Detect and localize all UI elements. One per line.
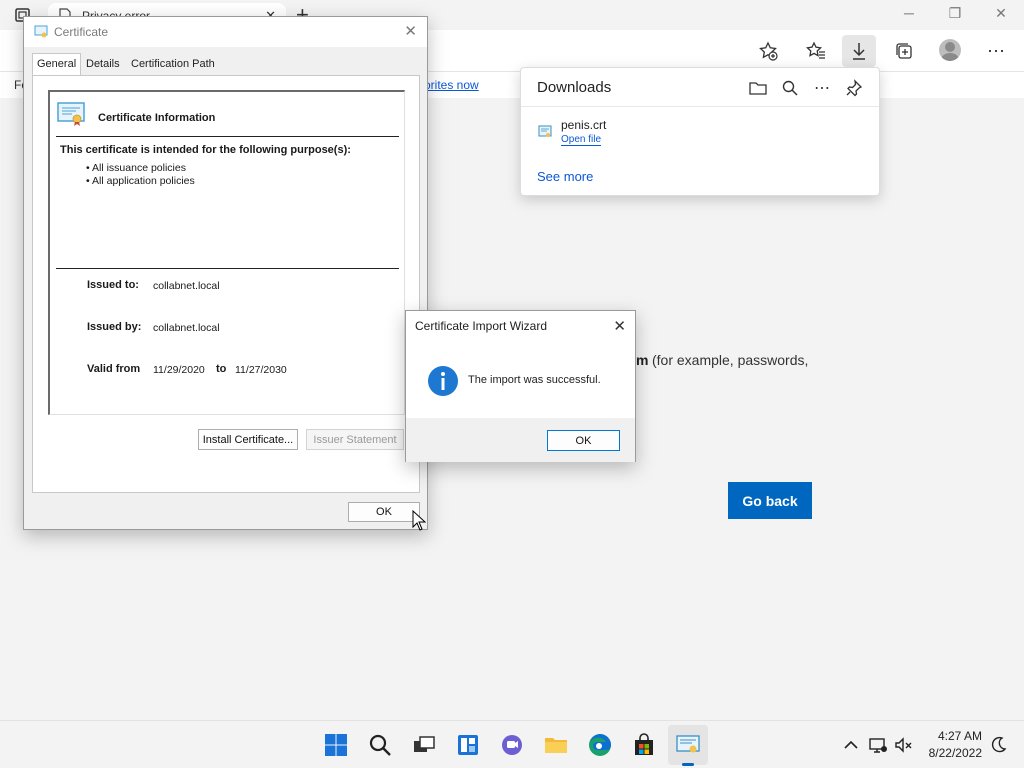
minimize-button[interactable]: ─	[894, 5, 924, 21]
page-body-bold-text: m	[636, 352, 649, 368]
tab-details[interactable]: Details	[82, 56, 124, 76]
install-certificate-button[interactable]: Install Certificate...	[198, 429, 298, 450]
certificate-dialog: Certificate ✕ General Details Certificat…	[23, 16, 428, 530]
search-icon[interactable]	[368, 733, 392, 757]
certificate-badge-icon	[57, 101, 85, 127]
tab-certification-path[interactable]: Certification Path	[127, 56, 219, 76]
downloads-title: Downloads	[537, 79, 612, 96]
certificate-icon[interactable]	[676, 733, 700, 757]
settings-more-icon[interactable]: ⋯	[983, 39, 1009, 63]
store-icon[interactable]	[632, 733, 656, 757]
file-explorer-icon[interactable]	[544, 733, 568, 757]
pin-icon[interactable]	[844, 78, 864, 98]
info-icon	[427, 365, 459, 397]
network-icon[interactable]	[868, 735, 888, 755]
wizard-title: Certificate Import Wizard	[415, 319, 548, 333]
intended-purposes-heading: This certificate is intended for the fol…	[60, 144, 351, 156]
taskbar: 4:27 AM 8/22/2022	[0, 720, 1024, 768]
focus-assist-icon[interactable]	[988, 735, 1008, 755]
import-wizard-dialog: Certificate Import Wizard ✕ The import w…	[405, 310, 636, 462]
wizard-message: The import was successful.	[468, 374, 601, 386]
close-icon[interactable]: ✕	[404, 22, 417, 40]
favorites-icon[interactable]	[803, 39, 829, 63]
restore-button[interactable]: ❐	[940, 5, 970, 22]
valid-to-label: to	[216, 363, 227, 375]
chat-icon[interactable]	[500, 733, 524, 757]
wizard-footer: OK	[406, 418, 635, 462]
mouse-cursor-icon	[412, 509, 427, 532]
divider	[56, 268, 399, 269]
ok-button[interactable]: OK	[348, 502, 420, 522]
clock-time[interactable]: 4:27 AM	[904, 729, 982, 743]
more-options-icon[interactable]: ⋯	[812, 78, 832, 98]
certificate-info-box: Certificate Information This certificate…	[48, 90, 405, 415]
import-favorites-link[interactable]: orites now	[424, 78, 479, 92]
close-window-button[interactable]: ✕	[986, 5, 1016, 22]
divider	[56, 136, 399, 137]
see-more-link[interactable]: See more	[537, 169, 593, 184]
certificate-icon	[34, 25, 48, 39]
divider	[521, 106, 879, 107]
clock-date[interactable]: 8/22/2022	[904, 746, 982, 760]
ok-button[interactable]: OK	[547, 430, 620, 451]
dialog-titlebar: Certificate ✕	[24, 17, 427, 47]
valid-from-value: 11/29/2020	[153, 364, 205, 376]
downloads-icon[interactable]	[842, 35, 876, 67]
valid-to-value: 11/27/2030	[235, 364, 287, 376]
issued-to-value: collabnet.local	[153, 280, 220, 292]
purpose-item: • All application policies	[86, 175, 195, 187]
search-icon[interactable]	[780, 78, 800, 98]
profile-avatar[interactable]	[939, 39, 961, 61]
issued-by-value: collabnet.local	[153, 322, 220, 334]
collections-icon[interactable]	[891, 39, 917, 63]
active-app-indicator	[682, 763, 694, 766]
open-folder-icon[interactable]	[748, 78, 768, 98]
general-tab-panel: Certificate Information This certificate…	[32, 75, 420, 493]
issuer-statement-button[interactable]: Issuer Statement	[306, 429, 404, 450]
add-favorite-icon[interactable]	[755, 39, 781, 63]
page-body-text: (for example, passwords,	[652, 352, 809, 368]
tab-general[interactable]: General	[32, 53, 82, 76]
download-filename: penis.crt	[561, 118, 607, 132]
certificate-info-title: Certificate Information	[98, 112, 216, 124]
task-view-icon[interactable]	[412, 733, 436, 757]
chevron-up-icon[interactable]	[841, 735, 861, 755]
valid-from-label: Valid from	[87, 363, 141, 375]
start-icon[interactable]	[324, 733, 348, 757]
issued-by-label: Issued by:	[87, 321, 142, 333]
dialog-title: Certificate	[54, 25, 109, 39]
go-back-button[interactable]: Go back	[728, 482, 812, 519]
open-file-link[interactable]: Open file	[561, 134, 602, 146]
issued-to-label: Issued to:	[87, 279, 139, 291]
purpose-item: • All issuance policies	[86, 162, 186, 174]
edge-icon[interactable]	[588, 733, 612, 757]
close-icon[interactable]: ✕	[613, 317, 626, 335]
downloads-flyout: Downloads ⋯ penis.crt Open file See more	[520, 67, 880, 196]
widgets-icon[interactable]	[456, 733, 480, 757]
certificate-file-icon	[538, 124, 552, 140]
